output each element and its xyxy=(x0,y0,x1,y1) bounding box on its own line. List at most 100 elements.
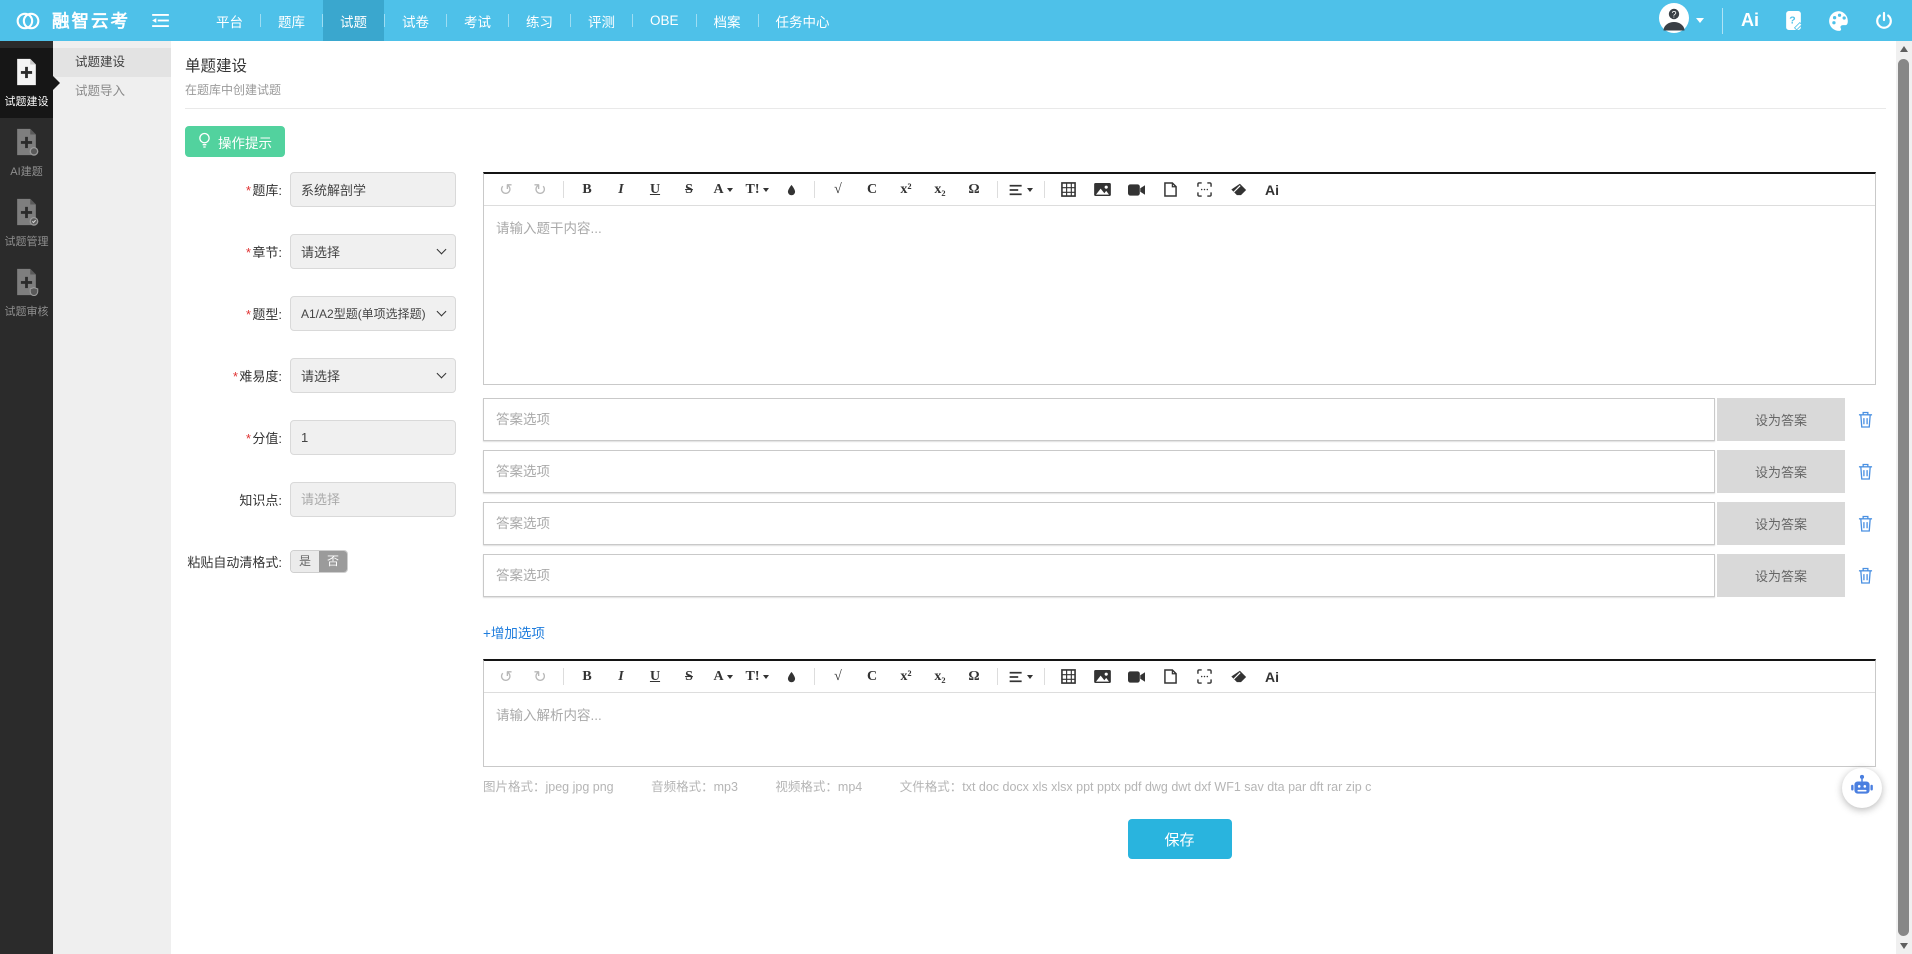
answer-option-input[interactable] xyxy=(483,502,1715,545)
clear-format-button[interactable]: C xyxy=(855,662,889,692)
stem-editor-content[interactable]: 请输入题干内容... xyxy=(484,206,1875,384)
subscript-button[interactable]: x₂ xyxy=(923,175,957,205)
nav-item-question[interactable]: 试题 xyxy=(323,0,384,41)
scroll-thumb[interactable] xyxy=(1898,59,1909,936)
scroll-down-button[interactable] xyxy=(1900,943,1908,949)
undo-button[interactable]: ↺ xyxy=(489,175,523,205)
robot-assistant-button[interactable] xyxy=(1842,768,1882,808)
insert-video-button[interactable] xyxy=(1119,662,1153,692)
rail-item-question-manage[interactable]: 试题管理 xyxy=(0,188,53,258)
rail-item-question-review[interactable]: 试题审核 xyxy=(0,258,53,328)
toggle-yes-option[interactable]: 是 xyxy=(291,551,319,572)
align-button[interactable] xyxy=(1004,175,1038,205)
undo-button[interactable]: ↺ xyxy=(489,662,523,692)
superscript-button[interactable]: x² xyxy=(889,662,923,692)
nav-item-bank[interactable]: 题库 xyxy=(261,0,322,41)
answer-option-input[interactable] xyxy=(483,554,1715,597)
insert-file-button[interactable] xyxy=(1153,662,1187,692)
toolbar-divider xyxy=(563,181,564,198)
align-button[interactable] xyxy=(1004,662,1038,692)
highlight-color-button[interactable] xyxy=(774,175,808,205)
user-avatar[interactable]: ? xyxy=(1659,3,1704,38)
bold-button[interactable]: B xyxy=(570,175,604,205)
strikethrough-button[interactable]: S xyxy=(672,175,706,205)
save-button[interactable]: 保存 xyxy=(1128,819,1232,859)
nav-item-task-center[interactable]: 任务中心 xyxy=(759,0,847,41)
nav-item-archive[interactable]: 档案 xyxy=(697,0,758,41)
knowledge-input[interactable] xyxy=(290,482,456,517)
vertical-scrollbar[interactable] xyxy=(1896,41,1912,954)
ai-assist-button[interactable]: Ai xyxy=(1255,175,1289,205)
set-answer-button[interactable]: 设为答案 xyxy=(1717,398,1845,441)
toggle-no-option[interactable]: 否 xyxy=(319,551,347,572)
delete-option-button[interactable] xyxy=(1858,463,1873,480)
page-title: 单题建设 xyxy=(185,54,1896,76)
eraser-button[interactable] xyxy=(1221,175,1255,205)
answer-option-input[interactable] xyxy=(483,450,1715,493)
rail-item-question-build[interactable]: 试题建设 xyxy=(0,48,53,118)
insert-table-button[interactable] xyxy=(1051,662,1085,692)
insert-image-button[interactable] xyxy=(1085,175,1119,205)
submenu-panel: 试题建设 试题导入 xyxy=(53,41,171,954)
underline-button[interactable]: U xyxy=(638,662,672,692)
delete-option-button[interactable] xyxy=(1858,411,1873,428)
analysis-editor-content[interactable]: 请输入解析内容... xyxy=(484,693,1875,766)
font-size-button[interactable]: T! xyxy=(740,175,774,205)
qtype-select[interactable]: A1/A2型题(单项选择题) xyxy=(290,296,456,331)
ai-assistant-button[interactable]: Ai xyxy=(1741,10,1759,31)
ai-assist-button[interactable]: Ai xyxy=(1255,662,1289,692)
difficulty-select[interactable]: 请选择 xyxy=(290,358,456,393)
special-char-button[interactable]: Ω xyxy=(957,175,991,205)
menu-fold-icon[interactable] xyxy=(152,14,169,27)
rail-item-ai-build[interactable]: AI建题 xyxy=(0,118,53,188)
nav-item-assess[interactable]: 评测 xyxy=(571,0,632,41)
toolbar-divider xyxy=(1044,668,1045,685)
nav-item-exam[interactable]: 考试 xyxy=(447,0,508,41)
clear-format-button[interactable]: C xyxy=(855,175,889,205)
delete-option-button[interactable] xyxy=(1858,567,1873,584)
italic-button[interactable]: I xyxy=(604,175,638,205)
redo-button[interactable]: ↻ xyxy=(523,662,557,692)
strikethrough-button[interactable]: S xyxy=(672,662,706,692)
chapter-select[interactable]: 请选择 xyxy=(290,234,456,269)
italic-button[interactable]: I xyxy=(604,662,638,692)
logout-power-button[interactable] xyxy=(1874,11,1894,31)
formula-button[interactable]: √ xyxy=(821,662,855,692)
formula-button[interactable]: √ xyxy=(821,175,855,205)
bold-button[interactable]: B xyxy=(570,662,604,692)
nav-item-paper[interactable]: 试卷 xyxy=(385,0,446,41)
set-answer-button[interactable]: 设为答案 xyxy=(1717,450,1845,493)
insert-video-button[interactable] xyxy=(1119,175,1153,205)
bank-field[interactable] xyxy=(290,172,456,207)
special-char-button[interactable]: Ω xyxy=(957,662,991,692)
underline-button[interactable]: U xyxy=(638,175,672,205)
set-answer-button[interactable]: 设为答案 xyxy=(1717,502,1845,545)
help-doc-button[interactable]: ? xyxy=(1783,10,1804,31)
insert-table-button[interactable] xyxy=(1051,175,1085,205)
operation-hint-button[interactable]: 操作提示 xyxy=(185,126,285,157)
superscript-button[interactable]: x² xyxy=(889,175,923,205)
nav-item-obe[interactable]: OBE xyxy=(633,0,696,41)
ocr-button[interactable] xyxy=(1187,175,1221,205)
subscript-button[interactable]: x₂ xyxy=(923,662,957,692)
eraser-button[interactable] xyxy=(1221,662,1255,692)
redo-button[interactable]: ↻ xyxy=(523,175,557,205)
submenu-item-question-import[interactable]: 试题导入 xyxy=(53,77,171,106)
theme-palette-button[interactable] xyxy=(1828,10,1850,32)
nav-item-practice[interactable]: 练习 xyxy=(509,0,570,41)
answer-option-input[interactable] xyxy=(483,398,1715,441)
insert-file-button[interactable] xyxy=(1153,175,1187,205)
scroll-up-button[interactable] xyxy=(1900,46,1908,52)
highlight-color-button[interactable] xyxy=(774,662,808,692)
score-input[interactable] xyxy=(290,420,456,455)
add-option-link[interactable]: +增加选项 xyxy=(483,622,545,642)
insert-image-button[interactable] xyxy=(1085,662,1119,692)
font-size-button[interactable]: T! xyxy=(740,662,774,692)
nav-item-platform[interactable]: 平台 xyxy=(199,0,260,41)
font-color-button[interactable]: A xyxy=(706,662,740,692)
set-answer-button[interactable]: 设为答案 xyxy=(1717,554,1845,597)
delete-option-button[interactable] xyxy=(1858,515,1873,532)
font-color-button[interactable]: A xyxy=(706,175,740,205)
submenu-item-question-build[interactable]: 试题建设 xyxy=(53,48,171,77)
ocr-button[interactable] xyxy=(1187,662,1221,692)
